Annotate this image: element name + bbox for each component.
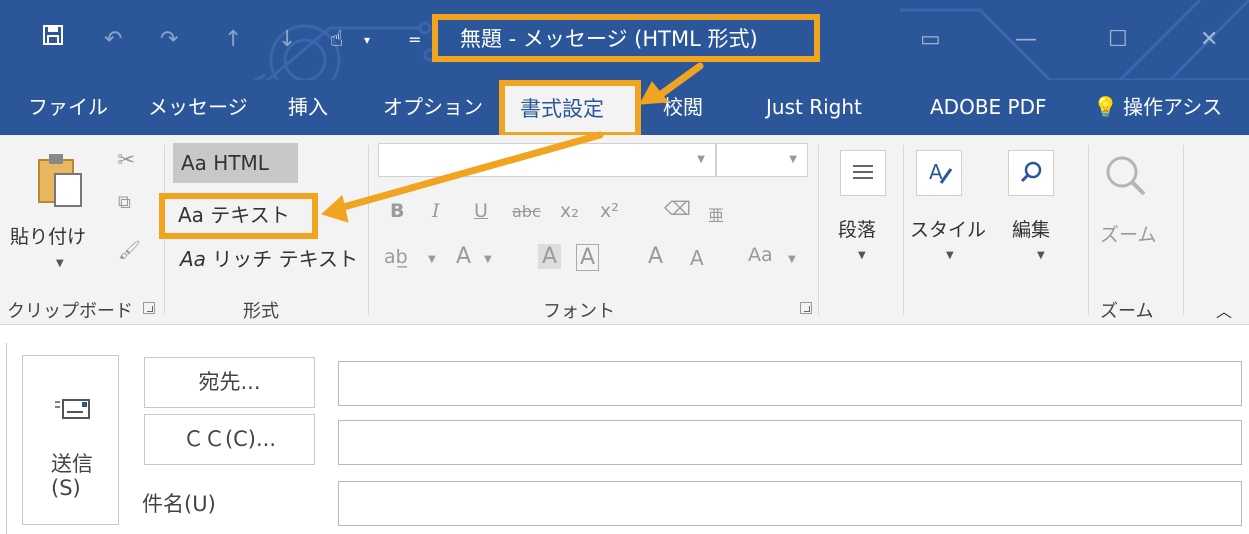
tab-insert[interactable]: 挿入 bbox=[288, 80, 328, 135]
close-icon[interactable]: ✕ bbox=[1200, 22, 1218, 58]
cut-icon[interactable]: ✂ bbox=[117, 148, 135, 173]
collapse-ribbon-icon[interactable]: ︿ bbox=[1216, 298, 1232, 322]
zoom-icon[interactable] bbox=[1100, 150, 1150, 204]
chevron-down-icon[interactable]: ▼ bbox=[788, 254, 796, 265]
svg-text:A: A bbox=[929, 160, 943, 184]
format-text-prefix: Aa bbox=[178, 203, 204, 227]
shrink-font-button[interactable]: A bbox=[690, 246, 704, 270]
send-label: 送信 bbox=[51, 452, 93, 476]
chevron-down-icon[interactable]: ▼ bbox=[946, 250, 954, 261]
strikethrough-button[interactable]: abc bbox=[512, 202, 541, 221]
customize-icon[interactable]: = bbox=[408, 22, 421, 58]
format-text-label: テキスト bbox=[210, 203, 290, 227]
subscript-button[interactable]: x₂ bbox=[560, 200, 579, 222]
format-html-button[interactable]: Aa HTML bbox=[173, 143, 298, 183]
font-launcher-icon[interactable] bbox=[800, 302, 812, 314]
chevron-down-icon: ▼ bbox=[789, 154, 797, 165]
group-divider bbox=[1183, 145, 1184, 315]
bold-button[interactable]: B bbox=[390, 200, 404, 222]
lightbulb-icon: 💡 bbox=[1093, 95, 1118, 119]
font-name-combo[interactable]: ▼ bbox=[378, 143, 716, 177]
tab-options[interactable]: オプション bbox=[383, 80, 483, 135]
paste-dropdown-icon[interactable]: ▼ bbox=[56, 258, 64, 269]
chevron-down-icon: ▼ bbox=[697, 154, 705, 165]
clipboard-group-label: クリップボード bbox=[7, 301, 133, 322]
underline-button[interactable]: U bbox=[474, 200, 488, 222]
phonetic-guide-button[interactable]: 亜 bbox=[708, 202, 724, 226]
search-icon[interactable] bbox=[1008, 150, 1054, 196]
format-group-label: 形式 bbox=[243, 301, 279, 322]
font-group-label: フォント bbox=[543, 301, 615, 322]
format-plain-text-button[interactable]: Aa テキスト bbox=[178, 197, 290, 233]
editing-label[interactable]: 編集 bbox=[1012, 215, 1050, 242]
copy-icon[interactable]: ⧉ bbox=[118, 192, 131, 213]
redo-icon[interactable]: ↷ bbox=[160, 22, 178, 58]
group-divider bbox=[1088, 145, 1089, 315]
chevron-down-icon[interactable]: ▼ bbox=[1037, 250, 1045, 261]
zoom-button-label[interactable]: ズーム bbox=[1100, 220, 1156, 247]
paste-label[interactable]: 貼り付け bbox=[10, 222, 86, 249]
window-title-highlight: 無題 - メッセージ (HTML 形式) bbox=[432, 14, 820, 62]
touch-mode-icon[interactable]: ☝ bbox=[330, 22, 343, 58]
tab-format-text[interactable]: 書式設定 bbox=[520, 87, 604, 132]
chevron-down-icon[interactable]: ▼ bbox=[428, 254, 436, 265]
undo-icon[interactable]: ↶ bbox=[104, 22, 122, 58]
italic-button[interactable]: I bbox=[432, 200, 440, 222]
chevron-down-icon[interactable]: ▼ bbox=[858, 250, 866, 261]
up-icon[interactable]: ↑ bbox=[224, 22, 242, 58]
paragraph-label[interactable]: 段落 bbox=[838, 215, 876, 242]
tab-file[interactable]: ファイル bbox=[28, 80, 108, 135]
paragraph-icon[interactable] bbox=[840, 150, 886, 196]
character-shading-button[interactable]: A bbox=[538, 244, 562, 269]
chevron-down-icon[interactable]: ▼ bbox=[484, 254, 492, 265]
styles-label[interactable]: スタイル bbox=[910, 215, 986, 242]
format-rich-label: リッチ テキスト bbox=[212, 247, 359, 271]
subject-field[interactable] bbox=[338, 481, 1242, 526]
font-color-button[interactable]: A bbox=[456, 244, 471, 269]
send-button[interactable]: 送信 (S) bbox=[22, 355, 119, 525]
styles-icon[interactable]: A bbox=[916, 150, 962, 196]
cc-field[interactable] bbox=[338, 420, 1242, 465]
change-case-button[interactable]: Aa bbox=[748, 244, 773, 266]
format-rich-prefix: Aa bbox=[180, 247, 206, 271]
superscript-button[interactable]: x² bbox=[600, 200, 619, 222]
grow-font-button[interactable]: A bbox=[648, 244, 663, 269]
group-divider bbox=[818, 145, 819, 315]
group-divider bbox=[903, 145, 904, 315]
paste-icon[interactable] bbox=[35, 152, 85, 214]
font-size-combo[interactable]: ▼ bbox=[716, 143, 808, 177]
tab-just-right[interactable]: Just Right bbox=[766, 80, 862, 135]
subject-label: 件名(U) bbox=[142, 492, 216, 516]
window-title: 無題 - メッセージ (HTML 形式) bbox=[460, 27, 758, 51]
to-button[interactable]: 宛先... bbox=[144, 357, 315, 408]
down-icon[interactable]: ↓ bbox=[278, 22, 296, 58]
to-field[interactable] bbox=[338, 361, 1242, 406]
clipboard-launcher-icon[interactable] bbox=[143, 302, 155, 314]
highlight-color-icon[interactable]: ab̲ bbox=[384, 246, 408, 268]
left-edge bbox=[6, 343, 7, 534]
ribbon-display-icon[interactable]: ▭ bbox=[920, 22, 941, 58]
zoom-group-label: ズーム bbox=[1100, 301, 1154, 322]
tell-me-search[interactable]: 操作アシス bbox=[1123, 80, 1222, 135]
maximize-icon[interactable]: ☐ bbox=[1108, 22, 1128, 58]
tab-review[interactable]: 校閲 bbox=[663, 80, 703, 135]
format-rich-text-button[interactable]: Aa リッチ テキスト bbox=[180, 243, 358, 272]
cc-button[interactable]: ＣＣ(C)... bbox=[144, 414, 315, 465]
clear-format-icon[interactable]: ⌫ bbox=[664, 198, 691, 220]
chevron-down-icon[interactable]: ▾ bbox=[364, 22, 370, 58]
save-icon[interactable] bbox=[42, 22, 64, 58]
tab-adobe-pdf[interactable]: ADOBE PDF bbox=[930, 80, 1047, 135]
minimize-icon[interactable]: — bbox=[1015, 22, 1037, 58]
envelope-icon bbox=[55, 396, 93, 426]
group-divider bbox=[368, 145, 369, 315]
send-shortcut: (S) bbox=[51, 476, 81, 500]
character-border-button[interactable]: A bbox=[576, 244, 600, 271]
tab-message[interactable]: メッセージ bbox=[148, 80, 248, 135]
format-painter-icon[interactable]: 🖌 bbox=[118, 240, 141, 261]
